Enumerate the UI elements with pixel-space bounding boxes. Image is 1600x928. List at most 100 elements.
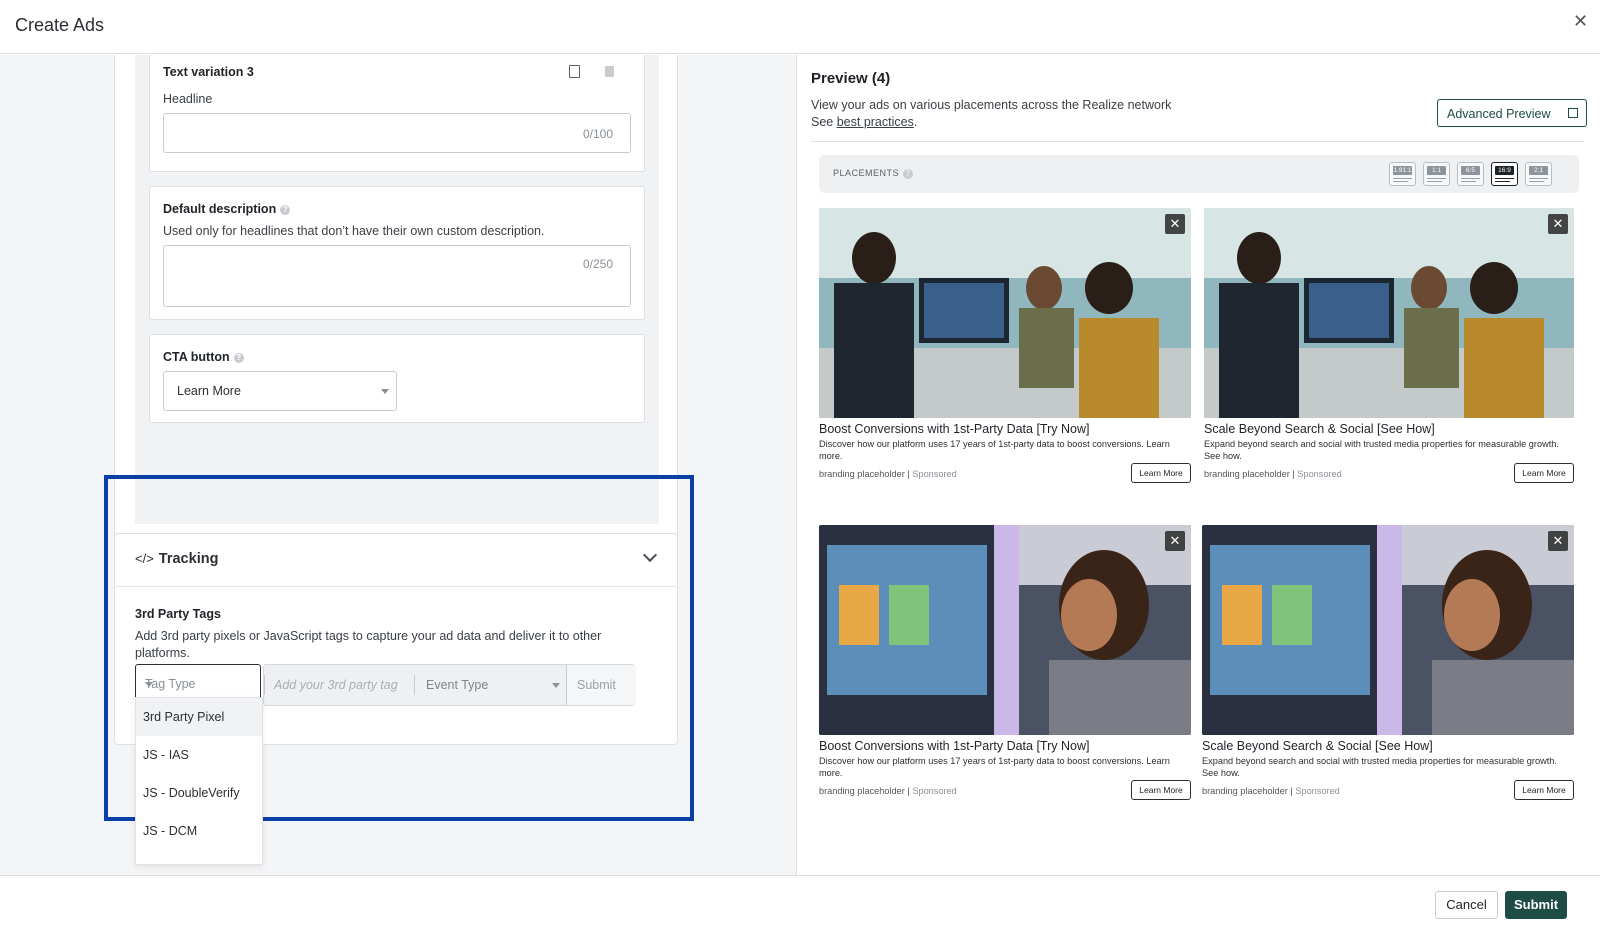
ratio-1-1[interactable]: 1:1 <box>1423 162 1450 186</box>
ratio-label: 6:5 <box>1461 166 1480 175</box>
ratio-label: 2:1 <box>1529 166 1548 175</box>
preview-desc-see: See best practices. <box>811 114 1171 131</box>
ad-brand: branding placeholder | Sponsored <box>819 469 957 479</box>
close-icon[interactable]: ✕ <box>1573 11 1588 32</box>
preview-desc-line: View your ads on various placements acro… <box>811 98 1172 112</box>
ad-image: ✕ <box>1202 525 1574 735</box>
chevron-down-icon <box>381 389 389 394</box>
default-description-input[interactable]: 0/250 <box>163 245 631 307</box>
ad-headline: Boost Conversions with 1st-Party Data [T… <box>819 422 1090 436</box>
ratio-1-91-1[interactable]: 1.91:1 <box>1389 162 1416 186</box>
text-variation-group: Text variation 3 Headline 0/100 Default … <box>135 55 659 524</box>
trash-icon[interactable] <box>605 66 614 77</box>
ratio-line <box>1529 181 1544 182</box>
advanced-preview-label: Advanced Preview <box>1447 107 1551 121</box>
modal-title: Create Ads <box>15 15 105 35</box>
close-icon[interactable]: ✕ <box>1165 531 1185 551</box>
cta-label: CTA button? <box>163 350 244 364</box>
brand-text: branding placeholder <box>819 469 905 479</box>
cta-select[interactable]: Learn More <box>163 371 397 411</box>
see-text: See <box>811 115 837 129</box>
placements-bar: PLACEMENTS? 1.91:1 1:1 6:5 16:9 2:1 <box>819 155 1579 193</box>
ad-brand: branding placeholder | Sponsored <box>819 786 957 796</box>
modal-footer: Cancel Submit <box>0 875 1600 928</box>
ratio-line <box>1393 181 1408 182</box>
brand-text: branding placeholder <box>1202 786 1288 796</box>
ratio-line <box>1495 178 1514 179</box>
sponsored-text: Sponsored <box>1297 469 1342 479</box>
dropdown-option[interactable]: JS - DCM <box>136 812 262 850</box>
preview-pane: Preview (4) View your ads on various pla… <box>798 55 1600 875</box>
headline-counter: 0/100 <box>582 127 613 141</box>
ad-image: ✕ <box>819 525 1191 735</box>
default-description-help: Used only for headlines that don’t have … <box>163 224 545 238</box>
help-icon[interactable]: ? <box>903 168 914 179</box>
ratio-6-5[interactable]: 6:5 <box>1457 162 1484 186</box>
placements-label-text: PLACEMENTS <box>833 168 900 178</box>
ad-description: Expand beyond search and social with tru… <box>1204 439 1559 461</box>
sponsored-text: Sponsored <box>912 469 957 479</box>
period: . <box>913 115 918 129</box>
modal-header: Create Ads ✕ <box>0 0 1600 54</box>
ad-cta-button[interactable]: Learn More <box>1131 463 1191 483</box>
ad-brand: branding placeholder | Sponsored <box>1202 786 1340 796</box>
text-variation-box: Text variation 3 Headline 0/100 <box>149 55 645 172</box>
cancel-button[interactable]: Cancel <box>1435 891 1498 919</box>
brand-text: branding placeholder <box>819 786 905 796</box>
headline-label: Headline <box>163 92 213 106</box>
copy-icon[interactable] <box>569 65 580 78</box>
preview-title: Preview (4) <box>811 70 891 87</box>
ratio-line <box>1427 181 1442 182</box>
ad-headline: Boost Conversions with 1st-Party Data [T… <box>819 739 1090 753</box>
ad-image: ✕ <box>819 208 1191 418</box>
ad-cta-button[interactable]: Learn More <box>1514 463 1574 483</box>
sponsored-text: Sponsored <box>1295 786 1340 796</box>
help-icon[interactable]: ? <box>280 204 291 215</box>
ad-description: Discover how our platform uses 17 years … <box>819 439 1170 461</box>
submit-button[interactable]: Submit <box>1505 891 1567 919</box>
help-icon[interactable]: ? <box>233 352 244 363</box>
ad-cta-button[interactable]: Learn More <box>1131 780 1191 800</box>
default-description-label-text: Default description <box>163 202 277 216</box>
ratio-label: 1.91:1 <box>1393 166 1412 175</box>
divider <box>811 141 1584 142</box>
cta-label-text: CTA button <box>163 350 230 364</box>
dropdown-option[interactable]: JS - DoubleVerify <box>136 774 262 812</box>
ratio-2-1[interactable]: 2:1 <box>1525 162 1552 186</box>
ratio-label: 1:1 <box>1427 166 1446 175</box>
advanced-preview-button[interactable]: Advanced Preview <box>1437 99 1587 127</box>
ad-image: ✕ <box>1204 208 1574 418</box>
best-practices-link[interactable]: best practices <box>837 115 914 129</box>
cta-select-value: Learn More <box>177 384 241 398</box>
default-description-label: Default description? <box>163 202 291 216</box>
close-icon[interactable]: ✕ <box>1548 214 1568 234</box>
ratio-line <box>1529 178 1548 179</box>
cta-box: CTA button? Learn More <box>149 334 645 423</box>
dropdown-option[interactable]: 3rd Party Pixel <box>136 698 262 736</box>
preview-description: View your ads on various placements acro… <box>811 97 1171 131</box>
close-icon[interactable]: ✕ <box>1165 214 1185 234</box>
ratio-line <box>1393 178 1412 179</box>
text-variation-title: Text variation 3 <box>163 65 254 79</box>
ratio-line <box>1427 178 1446 179</box>
tag-type-dropdown: 3rd Party Pixel JS - IAS JS - DoubleVeri… <box>135 697 263 865</box>
ad-cta-button[interactable]: Learn More <box>1514 780 1574 800</box>
brand-text: branding placeholder <box>1204 469 1290 479</box>
sponsored-text: Sponsored <box>912 786 957 796</box>
ratio-16-9[interactable]: 16:9 <box>1491 162 1518 186</box>
headline-input[interactable]: 0/100 <box>163 113 631 153</box>
dropdown-option[interactable]: JS - IAS <box>136 736 262 774</box>
ad-headline: Scale Beyond Search & Social [See How] <box>1204 422 1435 436</box>
external-link-icon <box>1568 108 1578 118</box>
ratio-line <box>1461 178 1480 179</box>
ratio-label: 16:9 <box>1495 166 1514 175</box>
ad-brand: branding placeholder | Sponsored <box>1204 469 1342 479</box>
ratio-line <box>1461 181 1476 182</box>
ad-description: Discover how our platform uses 17 years … <box>819 756 1170 778</box>
placements-label: PLACEMENTS? <box>833 168 914 179</box>
ad-description: Expand beyond search and social with tru… <box>1202 756 1557 778</box>
ratio-line <box>1495 181 1510 182</box>
description-counter: 0/250 <box>582 257 613 271</box>
ad-headline: Scale Beyond Search & Social [See How] <box>1202 739 1433 753</box>
close-icon[interactable]: ✕ <box>1548 531 1568 551</box>
